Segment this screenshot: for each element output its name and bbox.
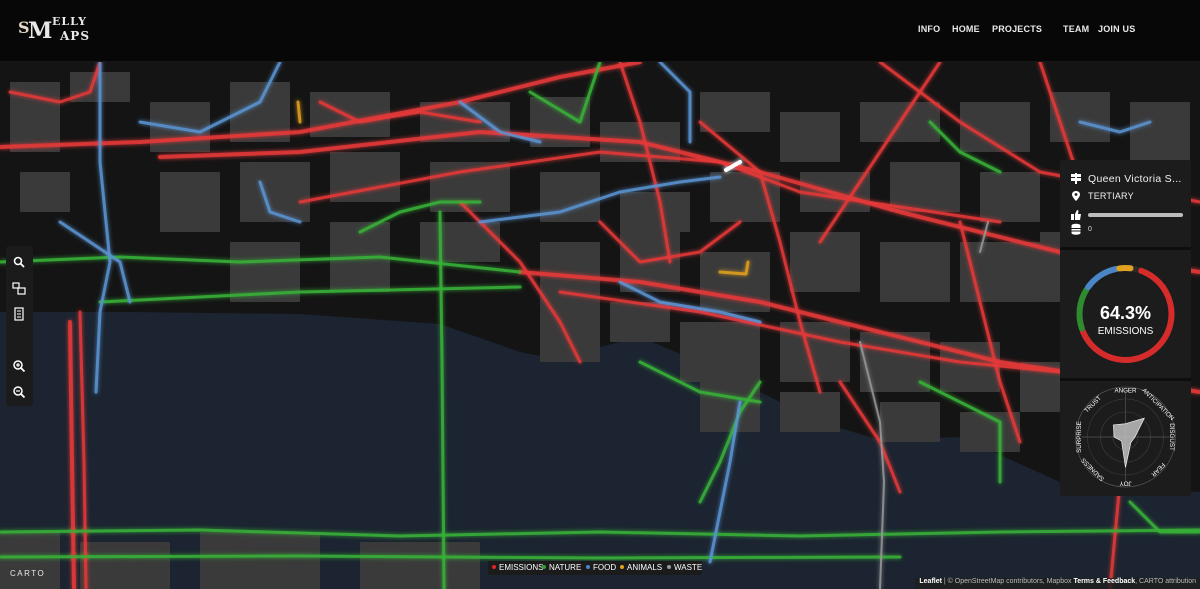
emotion-radar-shape — [1113, 417, 1145, 468]
radar-label-sadness: SADNESS — [1080, 456, 1106, 482]
legend-item-food[interactable]: FOOD — [586, 563, 616, 572]
building — [80, 542, 170, 589]
building — [200, 532, 320, 589]
database-icon — [1071, 223, 1081, 235]
building — [780, 112, 840, 162]
street-info-panel: Queen Victoria S... TERTIARY 0 64.3% EMI… — [1060, 160, 1191, 496]
radar-label-disgust: DISGUST — [1168, 423, 1175, 451]
nav-item-info[interactable]: INFO — [918, 24, 940, 34]
zoom-out-icon — [13, 386, 26, 399]
street-name: Queen Victoria S... — [1088, 173, 1182, 185]
thumbs-up-icon — [1071, 210, 1081, 220]
layers-button[interactable] — [9, 304, 30, 325]
nav-item-projects[interactable]: PROJECTS — [992, 24, 1042, 34]
street-segment[interactable] — [296, 100, 302, 124]
building — [0, 532, 60, 589]
emissions-donut-chart: 64.3% EMISSIONS — [1076, 265, 1175, 363]
legend-item-animals[interactable]: ANIMALS — [620, 563, 662, 572]
emissions-percent: 64.3% — [1100, 303, 1151, 323]
road-type: TERTIARY — [1088, 191, 1134, 201]
legend-label: ANIMALS — [627, 563, 663, 572]
nav-item-home[interactable]: HOME — [952, 24, 980, 34]
building — [700, 382, 760, 432]
radar-label-surprise: SURPRISE — [1076, 421, 1083, 453]
layers-icon — [14, 307, 24, 321]
carto-logo[interactable]: CARTO — [10, 569, 45, 578]
attribution-carto: , CARTO attribution — [1135, 578, 1196, 585]
legend-label: FOOD — [593, 563, 617, 572]
building — [610, 302, 670, 342]
street-map[interactable] — [0, 62, 1200, 589]
emotion-radar-chart: ANGER ANTICIPATIONDISGUSTFEARJOYSADNESSSU… — [1075, 386, 1176, 488]
legend-dot — [492, 565, 496, 569]
attribution-terms-link[interactable]: Terms & Feedback — [1073, 578, 1135, 585]
legend-item-emissions[interactable]: EMISSIONS — [492, 563, 543, 572]
nav-item-join-us[interactable]: JOIN US — [1098, 24, 1135, 34]
select-area-button[interactable] — [9, 278, 30, 299]
radar-label-trust: TRUST — [1083, 395, 1103, 415]
attribution-leaflet-link[interactable]: Leaflet — [919, 578, 942, 585]
building — [540, 312, 600, 362]
map-legend: EMISSIONS NATURE FOOD ANIMALS WASTE — [488, 561, 702, 575]
legend-dot — [586, 565, 590, 569]
legend-item-waste[interactable]: WASTE — [667, 563, 702, 572]
zoom-out-button[interactable] — [9, 382, 30, 403]
building — [20, 172, 70, 212]
building — [1040, 232, 1060, 302]
legend-label: EMISSIONS — [499, 563, 544, 572]
legend-label: WASTE — [674, 563, 703, 572]
building — [700, 92, 770, 132]
logo-text-aps: APS — [60, 29, 90, 43]
likes-progress-bar — [1088, 213, 1183, 217]
nav-item-team[interactable]: TEAM — [1063, 24, 1089, 34]
building — [360, 542, 480, 589]
street-segment[interactable] — [0, 554, 902, 560]
radar-label-fear: FEAR — [1149, 461, 1166, 478]
logo-text-elly: ELLY — [52, 15, 88, 28]
building — [880, 242, 950, 302]
building — [980, 172, 1040, 222]
building — [790, 232, 860, 292]
legend-dot — [620, 565, 624, 569]
signpost-icon — [1071, 173, 1081, 184]
legend-item-nature[interactable]: NATURE — [542, 563, 581, 572]
building — [620, 192, 690, 232]
building — [780, 392, 840, 432]
legend-label: NATURE — [549, 563, 582, 572]
radar-label-joy: JOY — [1119, 479, 1131, 486]
smelly-maps-logo[interactable]: S M ELLY APS — [16, 12, 96, 50]
donut-segment-nature — [1076, 286, 1090, 332]
map-attribution: Leaflet | © OpenStreetMap contributors, … — [915, 578, 1200, 589]
location-pin-icon — [1072, 191, 1080, 201]
data-count: 0 — [1088, 226, 1092, 233]
building — [150, 102, 210, 152]
building — [160, 172, 220, 232]
building — [680, 322, 760, 382]
building — [890, 162, 960, 212]
search-icon — [13, 256, 25, 268]
map-toolbar — [6, 246, 33, 406]
select-area-icon — [12, 282, 26, 295]
legend-dot — [667, 565, 671, 569]
building — [1130, 102, 1190, 162]
zoom-in-icon — [13, 360, 26, 373]
map-canvas[interactable] — [0, 62, 1200, 589]
building — [310, 92, 390, 137]
building — [880, 402, 940, 442]
logo-letter-m: M — [28, 18, 53, 44]
main-nav: INFO HOME PROJECTS TEAM JOIN US — [918, 24, 1200, 40]
emissions-label: EMISSIONS — [1098, 326, 1154, 337]
zoom-in-button[interactable] — [9, 356, 30, 377]
radar-label-anger: ANGER — [1114, 388, 1137, 395]
attribution-text: | © OpenStreetMap contributors, Mapbox — [941, 578, 1074, 585]
legend-dot — [542, 565, 546, 569]
donut-segment-food — [1085, 265, 1120, 291]
search-button[interactable] — [9, 252, 30, 273]
site-header: S M ELLY APS INFO HOME PROJECTS TEAM JOI… — [0, 0, 1200, 62]
